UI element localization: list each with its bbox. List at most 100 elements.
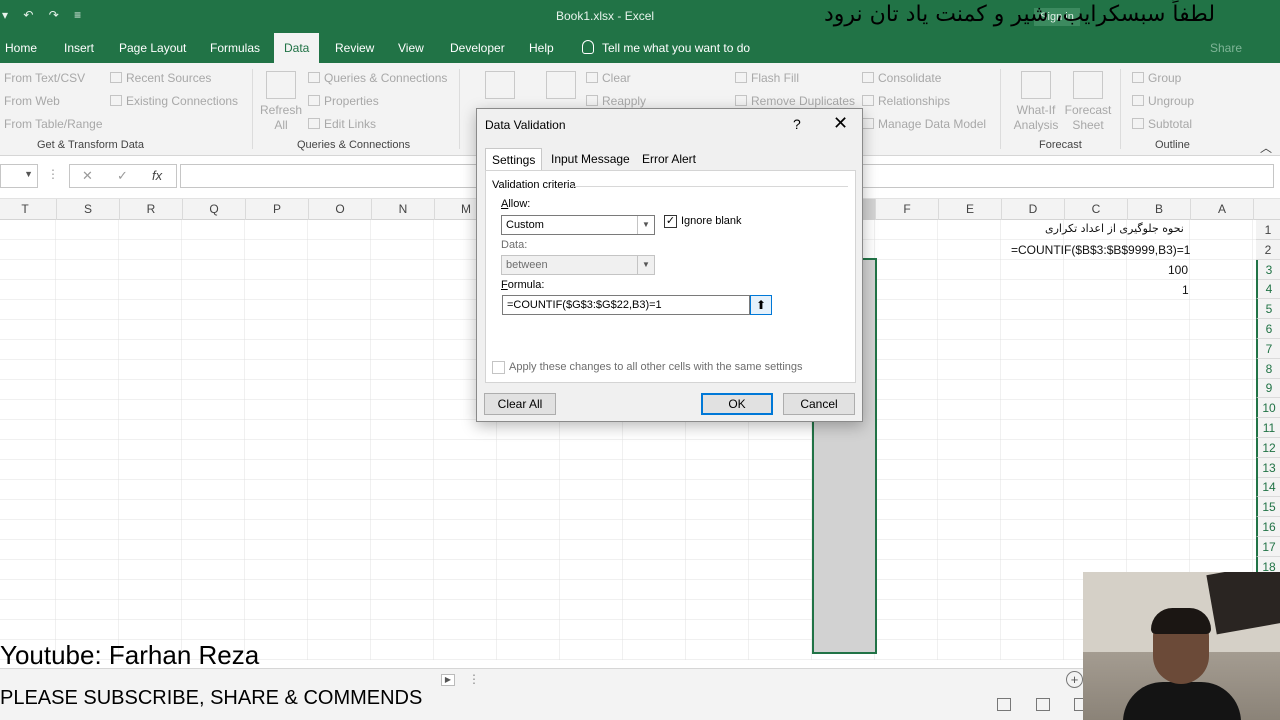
tab-view[interactable]: View bbox=[398, 33, 424, 63]
collapse-dialog-icon[interactable]: ⬆ bbox=[750, 295, 772, 315]
close-icon[interactable]: ✕ bbox=[833, 113, 848, 134]
filter-button[interactable] bbox=[546, 71, 576, 103]
formula-field[interactable]: =COUNTIF($G$3:$G$22,B3)=1 bbox=[502, 295, 750, 315]
column-header[interactable]: A bbox=[1191, 199, 1254, 220]
row-header[interactable]: 9 bbox=[1256, 378, 1280, 399]
row-header[interactable]: 1 bbox=[1256, 220, 1280, 240]
insert-function-icon[interactable]: fx bbox=[152, 168, 162, 183]
row-header[interactable]: 4 bbox=[1256, 279, 1280, 300]
tab-page-layout[interactable]: Page Layout bbox=[119, 33, 186, 63]
collapse-ribbon-icon[interactable]: ︿ bbox=[1260, 139, 1272, 156]
queries-connections-button[interactable]: Queries & Connections bbox=[308, 71, 447, 85]
column-header[interactable]: E bbox=[939, 199, 1002, 220]
column-header[interactable]: Q bbox=[183, 199, 246, 220]
allow-select[interactable]: Custom ▼ bbox=[501, 215, 655, 235]
ignore-blank-checkbox[interactable]: ✓ bbox=[664, 215, 677, 228]
tab-home[interactable]: Home bbox=[5, 33, 37, 63]
manage-data-model-button[interactable]: Manage Data Model bbox=[862, 117, 986, 131]
normal-view-icon[interactable] bbox=[997, 698, 1011, 711]
tab-formulas[interactable]: Formulas bbox=[210, 33, 260, 63]
what-if-analysis-button[interactable]: What-If Analysis bbox=[1008, 71, 1064, 133]
tab-insert[interactable]: Insert bbox=[64, 33, 94, 63]
forecast-sheet-button[interactable]: Forecast Sheet bbox=[1062, 71, 1114, 133]
cancel-entry-icon[interactable]: ✕ bbox=[82, 168, 93, 184]
resize-handle[interactable]: ⋮ bbox=[47, 167, 59, 181]
add-sheet-icon[interactable]: + bbox=[1066, 671, 1083, 688]
column-header[interactable]: F bbox=[876, 199, 939, 220]
title-bar: ▾ ↶ ↷ ≡ Book1.xlsx - Excel Sign in لطفاً… bbox=[0, 0, 1280, 33]
from-table-range-button[interactable]: From Table/Range bbox=[4, 117, 103, 131]
column-header[interactable]: C bbox=[1065, 199, 1128, 220]
cell-b4[interactable]: 1 bbox=[1182, 283, 1189, 297]
relationships-button[interactable]: Relationships bbox=[862, 94, 950, 108]
tab-settings[interactable]: Settings bbox=[485, 148, 543, 171]
recent-sources-button[interactable]: Recent Sources bbox=[110, 71, 211, 85]
column-header[interactable]: R bbox=[120, 199, 183, 220]
share-button[interactable]: Share bbox=[1210, 41, 1242, 55]
flash-fill-button[interactable]: Flash Fill bbox=[735, 71, 799, 85]
row-header[interactable]: 8 bbox=[1256, 358, 1280, 379]
row-header[interactable]: 17 bbox=[1256, 536, 1280, 557]
column-header[interactable]: N bbox=[372, 199, 435, 220]
row-header[interactable]: 3 bbox=[1256, 259, 1280, 280]
enter-entry-icon[interactable]: ✓ bbox=[117, 168, 128, 184]
refresh-all-button[interactable]: Refresh All bbox=[260, 71, 302, 133]
ungroup-button[interactable]: Ungroup bbox=[1132, 94, 1194, 108]
column-header[interactable]: O bbox=[309, 199, 372, 220]
column-header[interactable]: P bbox=[246, 199, 309, 220]
from-text-csv-button[interactable]: From Text/CSV bbox=[4, 71, 85, 85]
cell-b3[interactable]: 100 bbox=[1168, 263, 1188, 277]
tab-help[interactable]: Help bbox=[529, 33, 554, 63]
tab-review[interactable]: Review bbox=[335, 33, 374, 63]
existing-connections-button[interactable]: Existing Connections bbox=[110, 94, 238, 108]
from-web-button[interactable]: From Web bbox=[4, 94, 60, 108]
column-header[interactable]: S bbox=[57, 199, 120, 220]
clear-all-button[interactable]: Clear All bbox=[484, 393, 556, 415]
apply-all-checkbox[interactable] bbox=[492, 361, 505, 374]
consolidate-button[interactable]: Consolidate bbox=[862, 71, 941, 85]
row-header[interactable]: 2 bbox=[1256, 240, 1280, 260]
quick-access-toolbar[interactable]: ▾ ↶ ↷ ≡ bbox=[2, 8, 87, 22]
column-header[interactable]: D bbox=[1002, 199, 1065, 220]
clear-button[interactable]: Clear bbox=[586, 71, 631, 85]
row-header[interactable]: 14 bbox=[1256, 477, 1280, 498]
tab-error-alert[interactable]: Error Alert bbox=[636, 148, 702, 170]
subtotal-button[interactable]: Subtotal bbox=[1132, 117, 1192, 131]
page-layout-view-icon[interactable] bbox=[1036, 698, 1050, 711]
tab-developer[interactable]: Developer bbox=[450, 33, 505, 63]
reapply-button[interactable]: Reapply bbox=[586, 94, 646, 108]
cell-c2[interactable]: =COUNTIF($B$3:$B$9999,B3)=1 bbox=[1011, 243, 1190, 257]
row-header[interactable]: 6 bbox=[1256, 319, 1280, 339]
row-header[interactable]: 11 bbox=[1256, 418, 1280, 438]
tab-input-message[interactable]: Input Message bbox=[545, 148, 636, 170]
row-header[interactable]: 5 bbox=[1256, 299, 1280, 320]
edit-links-button[interactable]: Edit Links bbox=[308, 117, 376, 131]
row-header[interactable]: 16 bbox=[1256, 517, 1280, 537]
what-if-icon bbox=[1021, 71, 1051, 99]
data-select: between ▼ bbox=[501, 255, 655, 275]
row-header[interactable]: 10 bbox=[1256, 398, 1280, 419]
properties-button[interactable]: Properties bbox=[308, 94, 379, 108]
forecast-sheet-label: Forecast Sheet bbox=[1064, 103, 1112, 132]
help-icon[interactable]: ? bbox=[793, 116, 801, 132]
tab-splitter[interactable]: ⋮ bbox=[468, 672, 480, 686]
ribbon-separator bbox=[252, 69, 253, 149]
cell-c1[interactable]: نحوه جلوگیری از اعداد تکراری bbox=[1045, 222, 1184, 235]
row-header[interactable]: 13 bbox=[1256, 457, 1280, 478]
flash-fill-label: Flash Fill bbox=[751, 71, 800, 85]
tab-data[interactable]: Data bbox=[274, 33, 320, 63]
name-box[interactable]: ▼ bbox=[0, 164, 38, 188]
column-header[interactable]: T bbox=[0, 199, 57, 220]
remove-duplicates-button[interactable]: Remove Duplicates bbox=[735, 94, 855, 108]
row-header[interactable]: 12 bbox=[1256, 437, 1280, 458]
tell-me-search[interactable]: Tell me what you want to do bbox=[582, 33, 750, 63]
ribbon-separator bbox=[1000, 69, 1001, 149]
sort-button[interactable] bbox=[470, 71, 530, 103]
column-header[interactable]: B bbox=[1128, 199, 1191, 220]
row-header[interactable]: 15 bbox=[1256, 497, 1280, 518]
cancel-button[interactable]: Cancel bbox=[783, 393, 855, 415]
ok-button[interactable]: OK bbox=[701, 393, 773, 415]
row-header[interactable]: 7 bbox=[1256, 338, 1280, 359]
scroll-right-icon[interactable]: ▶ bbox=[441, 674, 455, 686]
group-button[interactable]: Group bbox=[1132, 71, 1181, 85]
